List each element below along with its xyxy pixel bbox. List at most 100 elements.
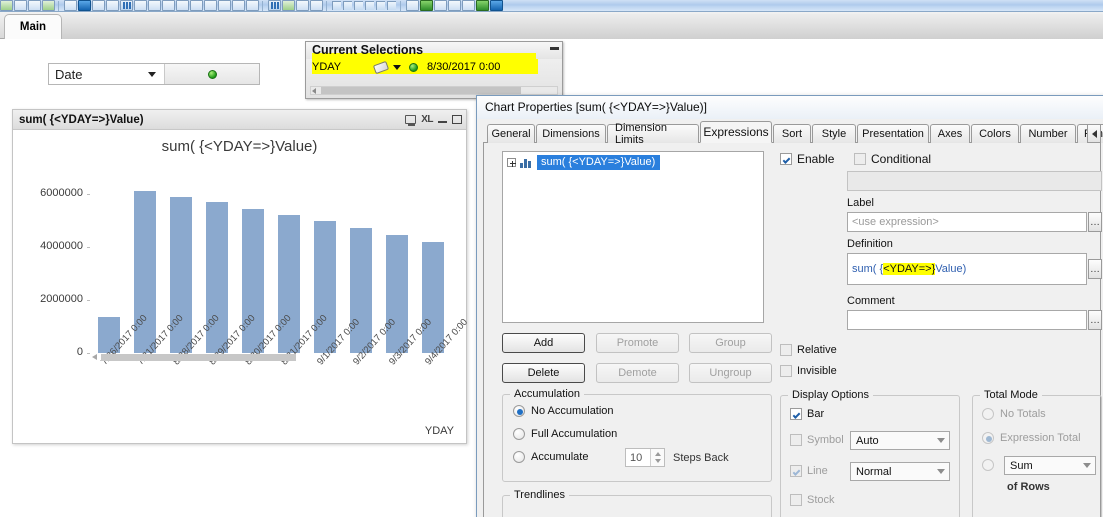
conditional-checkbox[interactable]: Conditional xyxy=(854,152,931,166)
date-value-cell[interactable] xyxy=(165,64,259,84)
toolbar-icon-table[interactable] xyxy=(134,0,147,11)
expression-total-radio[interactable]: Expression Total xyxy=(982,432,1081,444)
chevron-down-icon[interactable] xyxy=(932,432,949,449)
enable-checkbox[interactable]: Enable xyxy=(780,152,834,166)
toolbar-icon-align[interactable] xyxy=(310,0,323,11)
delete-button[interactable]: Delete xyxy=(502,363,585,383)
group-button[interactable]: Group xyxy=(689,333,772,353)
steps-back-stepper[interactable]: 10 xyxy=(625,448,665,467)
chevron-down-icon[interactable] xyxy=(1078,457,1095,474)
minimize-icon[interactable] xyxy=(550,47,559,50)
date-listbox[interactable]: Date xyxy=(48,63,260,85)
scroll-left-arrow-icon[interactable] xyxy=(312,88,316,94)
toolbar-icon-layout-a[interactable] xyxy=(332,1,341,10)
stepper-arrows-icon[interactable] xyxy=(650,449,664,466)
tab-colors[interactable]: Colors xyxy=(971,124,1019,143)
expression-tree-selected-label[interactable]: sum( {<YDAY=>}Value) xyxy=(537,155,661,170)
toolbar-icon-copy[interactable] xyxy=(78,0,91,11)
tab-general[interactable]: General xyxy=(487,124,535,143)
tab-sort[interactable]: Sort xyxy=(773,124,811,143)
toolbar-icon-forward[interactable] xyxy=(176,0,189,11)
toolbar-icon-lock[interactable] xyxy=(190,0,203,11)
toolbar-icon-unlock[interactable] xyxy=(204,0,217,11)
chart-bar[interactable] xyxy=(385,235,409,353)
toolbar-icon-undo[interactable] xyxy=(106,0,119,11)
tab-dimensions[interactable]: Dimensions xyxy=(536,124,606,143)
copy-to-clipboard-icon[interactable] xyxy=(405,115,417,126)
toolbar-icon-layout-b[interactable] xyxy=(343,1,352,10)
toolbar-icon-layout-c[interactable] xyxy=(354,1,363,10)
toolbar-icon-window-b[interactable] xyxy=(448,0,461,11)
aggregation-radio[interactable] xyxy=(982,459,1000,471)
minimize-icon[interactable] xyxy=(438,121,447,123)
comment-browse-button[interactable]: … xyxy=(1088,310,1102,330)
line-combo[interactable]: Normal xyxy=(850,462,950,481)
definition-browse-button[interactable]: … xyxy=(1088,259,1102,279)
toolbar-icon-small[interactable] xyxy=(462,0,475,11)
scrollbar-thumb[interactable] xyxy=(321,87,521,94)
expression-tree[interactable]: sum( {<YDAY=>}Value) xyxy=(502,151,764,323)
toolbar-icon-new[interactable] xyxy=(0,0,13,11)
label-browse-button[interactable]: … xyxy=(1088,212,1102,232)
toolbar-icon-check[interactable] xyxy=(282,0,295,11)
expand-plus-icon[interactable] xyxy=(507,158,516,167)
toolbar-icon-layout-f[interactable] xyxy=(387,1,396,10)
display-option-symbol[interactable]: Symbol xyxy=(790,434,844,446)
chart-bar[interactable] xyxy=(349,228,373,353)
aggregation-combo[interactable]: Sum xyxy=(1004,456,1096,475)
chart-axis-scrollbar[interactable] xyxy=(92,354,296,361)
toolbar-icon-select-green[interactable] xyxy=(420,0,433,11)
chart-plot-area[interactable]: sum( {<YDAY=>}Value) 7/26/2017 0:00 7/31/… xyxy=(13,130,470,443)
no-accumulation-radio[interactable]: No Accumulation xyxy=(513,405,614,417)
display-option-bar[interactable]: Bar xyxy=(790,408,824,420)
accumulate-radio[interactable]: Accumulate xyxy=(513,451,588,463)
display-option-line[interactable]: Line xyxy=(790,465,828,477)
toolbar-icon-clear[interactable] xyxy=(148,0,161,11)
label-input[interactable]: <use expression> xyxy=(847,212,1087,232)
toolbar-icon-reload[interactable] xyxy=(232,0,245,11)
no-totals-radio[interactable]: No Totals xyxy=(982,408,1046,420)
promote-button[interactable]: Promote xyxy=(596,333,679,353)
date-dropdown[interactable]: Date xyxy=(49,64,165,84)
comment-input[interactable] xyxy=(847,310,1087,330)
tab-dimension-limits[interactable]: Dimension Limits xyxy=(607,122,699,146)
toolbar-icon-layout-d[interactable] xyxy=(365,1,374,10)
export-to-excel-icon[interactable]: XL xyxy=(421,114,433,125)
ungroup-button[interactable]: Ungroup xyxy=(689,363,772,383)
demote-button[interactable]: Demote xyxy=(596,363,679,383)
expression-tree-node[interactable]: sum( {<YDAY=>}Value) xyxy=(503,152,763,170)
invisible-checkbox[interactable]: Invisible xyxy=(780,365,837,377)
tab-expressions[interactable]: Expressions xyxy=(700,121,772,143)
toolbar-icon-paste[interactable] xyxy=(92,0,105,11)
maximize-icon[interactable] xyxy=(452,115,462,124)
tab-presentation[interactable]: Presentation xyxy=(857,124,929,143)
toolbar-icon-print[interactable] xyxy=(42,0,55,11)
toolbar-icon-ok[interactable] xyxy=(476,0,489,11)
tab-number[interactable]: Number xyxy=(1020,124,1076,143)
toolbar-icon-window-a[interactable] xyxy=(434,0,447,11)
add-button[interactable]: Add xyxy=(502,333,585,353)
toolbar-icon-search[interactable] xyxy=(218,0,231,11)
sheet-tab-main[interactable]: Main xyxy=(4,14,62,39)
chart-bar[interactable] xyxy=(421,242,445,353)
toolbar-icon-save[interactable] xyxy=(28,0,41,11)
current-selections-scrollbar[interactable] xyxy=(310,86,558,95)
tab-style[interactable]: Style xyxy=(812,124,856,143)
toolbar-icon-chart[interactable] xyxy=(120,0,133,11)
chevron-down-icon[interactable] xyxy=(393,64,401,70)
definition-input[interactable]: sum( {<YDAY=>} Value) xyxy=(847,253,1087,285)
scroll-left-arrow-icon[interactable] xyxy=(92,354,97,360)
tab-scroll-left-button[interactable] xyxy=(1087,124,1101,143)
conditional-input[interactable] xyxy=(847,171,1102,191)
toolbar-icon-grid[interactable] xyxy=(296,0,309,11)
toolbar-icon-active[interactable] xyxy=(490,0,503,11)
symbol-combo[interactable]: Auto xyxy=(850,431,950,450)
tab-axes[interactable]: Axes xyxy=(930,124,970,143)
toolbar-icon-open[interactable] xyxy=(14,0,27,11)
toolbar-icon-cut[interactable] xyxy=(64,0,77,11)
chevron-down-icon[interactable] xyxy=(932,463,949,480)
toolbar-icon-back[interactable] xyxy=(162,0,175,11)
toolbar-icon-help[interactable] xyxy=(246,0,259,11)
display-option-stock[interactable]: Stock xyxy=(790,494,835,506)
toolbar-icon-zoom[interactable] xyxy=(406,0,419,11)
